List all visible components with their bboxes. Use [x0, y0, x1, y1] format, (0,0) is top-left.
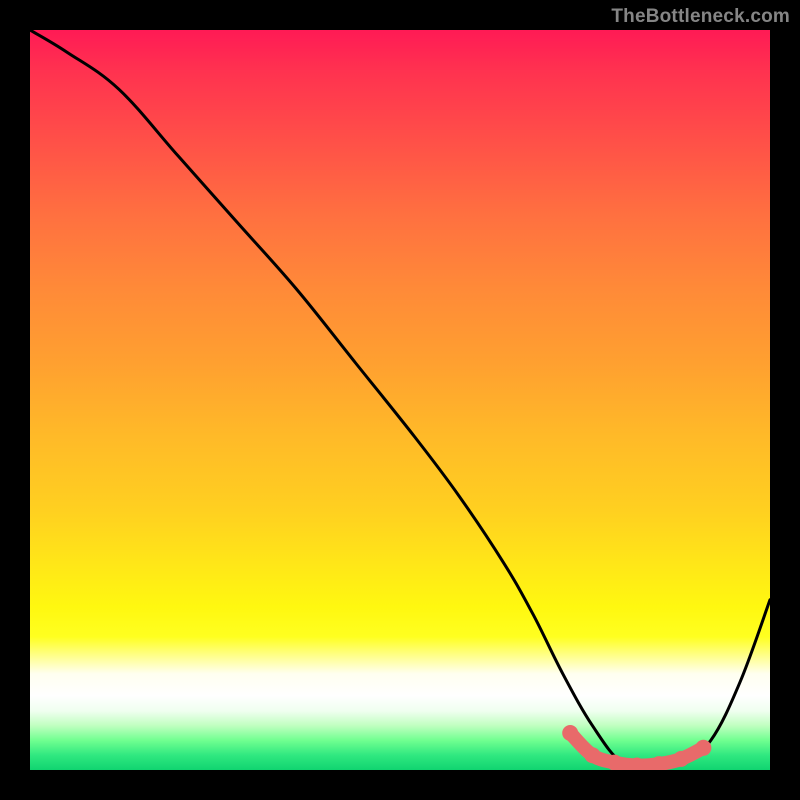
- chart-area: [30, 30, 770, 770]
- highlight-dot: [695, 740, 711, 756]
- curve-svg: [30, 30, 770, 770]
- bottleneck-curve: [30, 30, 770, 767]
- highlight-dot: [562, 725, 578, 741]
- highlight-dot: [673, 751, 689, 767]
- highlight-dot: [607, 755, 623, 770]
- chart-container: TheBottleneck.com: [0, 0, 800, 800]
- highlight-dot: [584, 747, 600, 763]
- watermark-text: TheBottleneck.com: [611, 6, 790, 28]
